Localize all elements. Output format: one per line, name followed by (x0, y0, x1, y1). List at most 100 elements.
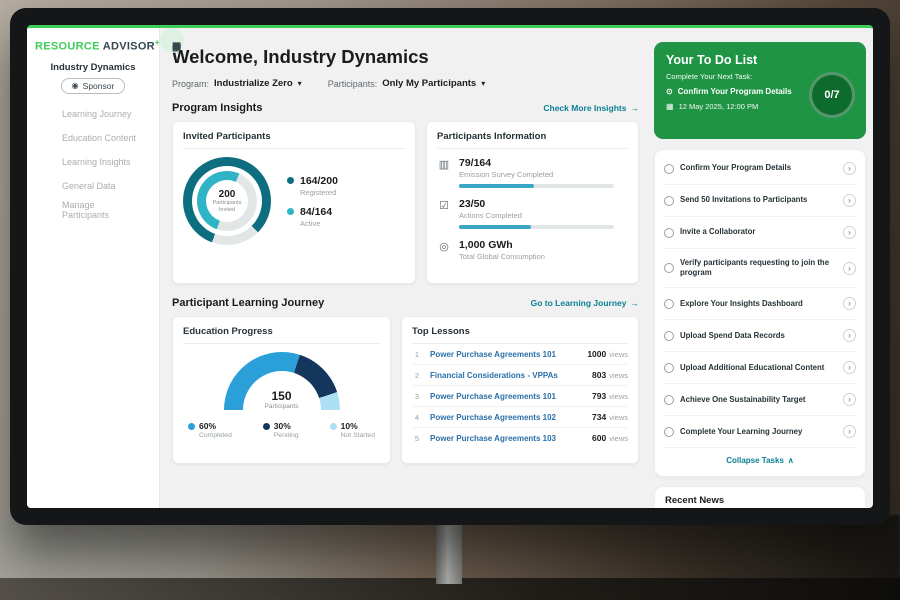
sidebar-item[interactable]: General Data (35, 174, 151, 198)
task-chevron-icon[interactable]: › (843, 393, 856, 406)
todo-task-row[interactable]: Invite a Collaborator › (664, 217, 856, 249)
legend-dot (263, 423, 270, 430)
lesson-row: 3 Power Purchase Agreements 101 793views (412, 386, 628, 407)
legend-label: Active (300, 219, 332, 228)
todo-task-row[interactable]: Upload Spend Data Records › (664, 320, 856, 352)
lesson-link[interactable]: Power Purchase Agreements 101 (430, 392, 584, 401)
lesson-rank: 1 (412, 350, 422, 359)
task-label: Explore Your Insights Dashboard (680, 299, 837, 309)
lesson-link[interactable]: Power Purchase Agreements 101 (430, 350, 579, 359)
collapse-tasks-link[interactable]: Collapse Tasks ∧ (664, 448, 856, 473)
link-label: Go to Learning Journey (531, 298, 627, 308)
task-chevron-icon[interactable]: › (843, 194, 856, 207)
lesson-link[interactable]: Financial Considerations - VPPAs (430, 371, 584, 380)
lessons-list: 1 Power Purchase Agreements 101 1000 view… (412, 344, 628, 448)
lesson-row: 1 Power Purchase Agreements 101 1000view… (412, 344, 628, 365)
filter-dropdown[interactable]: Program: Industrialize Zero ▾ (172, 78, 302, 89)
task-checkbox[interactable] (664, 263, 674, 273)
task-checkbox[interactable] (664, 164, 674, 174)
lesson-row: 5 Power Purchase Agreements 103 600views (412, 428, 628, 448)
todo-task-row[interactable]: Complete Your Learning Journey › (664, 416, 856, 448)
task-checkbox[interactable] (664, 228, 674, 238)
task-chevron-icon[interactable]: › (843, 162, 856, 175)
sidebar-item[interactable]: Learning Journey (35, 102, 151, 126)
check-more-insights-link[interactable]: Check More Insights → (543, 103, 639, 113)
filter-value: Only My Participants (382, 78, 476, 89)
lesson-row: 4 Power Purchase Agreements 102 734views (412, 407, 628, 428)
lesson-views: 803 (592, 370, 606, 380)
todo-task-row[interactable]: Achieve One Sustainability Target › (664, 384, 856, 416)
top-lessons-card: Top Lessons 1 Power Purchase Agreements … (401, 316, 639, 464)
actions-icon: ☑ (437, 199, 451, 229)
lesson-link[interactable]: Power Purchase Agreements 102 (430, 413, 584, 422)
education-progress-gauge: 150 Participants (224, 352, 340, 410)
calendar-icon: ▦ (666, 103, 674, 111)
task-chevron-icon[interactable]: › (843, 329, 856, 342)
legend-label: Completed (199, 432, 232, 439)
task-checkbox[interactable] (664, 299, 674, 309)
collapse-label: Collapse Tasks (726, 456, 784, 465)
next-task-label: Confirm Your Program Details (678, 87, 792, 96)
task-chevron-icon[interactable]: › (843, 297, 856, 310)
consumption-icon: ◎ (437, 240, 451, 261)
lesson-link[interactable]: Power Purchase Agreements 103 (430, 434, 584, 443)
legend-dot (287, 208, 294, 215)
filter-dropdown[interactable]: Participants: Only My Participants ▾ (328, 78, 486, 89)
legend-value: 30% (274, 421, 291, 431)
lesson-views: 1000 (587, 349, 606, 359)
task-chevron-icon[interactable]: › (843, 425, 856, 438)
sidebar-item[interactable]: Education Content (35, 126, 151, 150)
sidebar-nav: ⌂ Home ✦ Insights ▤ Education (35, 102, 151, 222)
lesson-rank: 3 (412, 392, 422, 401)
task-label: Upload Spend Data Records (680, 331, 837, 341)
task-checkbox[interactable] (664, 427, 674, 437)
task-chevron-icon[interactable]: › (843, 262, 856, 275)
task-chevron-icon[interactable]: › (843, 361, 856, 374)
go-to-learning-journey-link[interactable]: Go to Learning Journey → (531, 298, 639, 308)
monitor-stand (436, 524, 462, 584)
lesson-views: 793 (592, 391, 606, 401)
chevron-down-icon: ▾ (298, 79, 302, 88)
stats-list: ▥ 79/164 Emission Survey Completed (437, 157, 628, 261)
next-task-row[interactable]: ⊙ Confirm Your Program Details (666, 87, 811, 96)
donut-center-value: 200 (219, 189, 236, 200)
todo-task-row[interactable]: Explore Your Insights Dashboard › (664, 288, 856, 320)
chevron-down-icon: ▾ (481, 79, 485, 88)
link-label: Check More Insights (543, 103, 626, 113)
card-title: Participants Information (437, 131, 628, 149)
stat-label: Actions Completed (459, 211, 628, 220)
stat-row: ◎ 1,000 GWh Total Global Consumption (437, 239, 628, 261)
task-label: Invite a Collaborator (680, 227, 837, 237)
todo-task-row[interactable]: Verify participants requesting to join t… (664, 249, 856, 288)
views-suffix: views (609, 371, 628, 380)
todo-task-row[interactable]: Upload Additional Educational Content › (664, 352, 856, 384)
task-checkbox[interactable] (664, 331, 674, 341)
sidebar-item[interactable]: ⚙ Settings (160, 28, 184, 53)
donut-inner-ring: 200 Participants Invited (197, 171, 257, 231)
sidebar-item[interactable]: Manage Participants (35, 198, 151, 222)
legend-value: 60% (199, 421, 216, 431)
sponsor-badge[interactable]: ◉ Sponsor (61, 78, 126, 94)
donut-outer-ring: 200 Participants Invited (183, 157, 271, 245)
task-checkbox[interactable] (664, 196, 674, 206)
todo-title: Your To Do List (666, 53, 854, 67)
sidebar-item-label: Learning Journey (62, 109, 132, 119)
participants-information-card: Participants Information ▥ 79/164 Emissi… (426, 121, 639, 284)
sidebar-item[interactable]: Learning Insights (35, 150, 151, 174)
todo-panel: Your To Do List Complete Your Next Task:… (651, 28, 873, 508)
sidebar-item-label: Education Content (62, 133, 136, 143)
task-chevron-icon[interactable]: › (843, 226, 856, 239)
recent-news-card: Recent News (654, 486, 866, 508)
views-suffix: views (609, 413, 628, 422)
task-checkbox[interactable] (664, 395, 674, 405)
legend-label: Not Started (341, 432, 375, 439)
invited-participants-card: Invited Participants 200 Participants In… (172, 121, 416, 284)
task-checkbox[interactable] (664, 363, 674, 373)
todo-task-row[interactable]: Confirm Your Program Details › (664, 153, 856, 185)
legend-item: 164/200 Registered (287, 175, 338, 197)
donut-center-label: Participants Invited (209, 200, 245, 213)
task-label: Upload Additional Educational Content (680, 363, 837, 373)
legend-dot (287, 177, 294, 184)
todo-task-row[interactable]: Send 50 Invitations to Participants › (664, 185, 856, 217)
lesson-rank: 2 (412, 371, 422, 380)
